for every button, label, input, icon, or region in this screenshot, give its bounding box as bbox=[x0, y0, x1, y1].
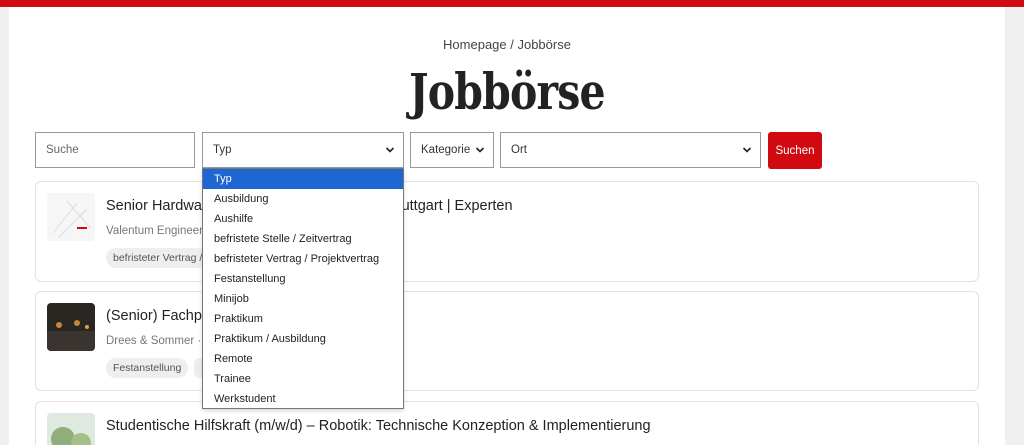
ort-select[interactable]: Ort bbox=[500, 132, 761, 168]
top-accent-bar bbox=[0, 0, 1024, 7]
dropdown-option[interactable]: Ausbildung bbox=[203, 189, 403, 209]
chevron-down-icon bbox=[385, 147, 395, 153]
dropdown-option[interactable]: Typ bbox=[203, 169, 403, 189]
job-card[interactable]: Studentische Hilfskraft (m/w/d) – Roboti… bbox=[35, 401, 979, 445]
dropdown-option[interactable]: Werkstudent bbox=[203, 389, 403, 409]
company-logo bbox=[47, 193, 95, 241]
dropdown-option[interactable]: Remote bbox=[203, 349, 403, 369]
chevron-down-icon bbox=[475, 147, 485, 153]
breadcrumb[interactable]: Homepage / Jobbörse bbox=[0, 37, 1014, 52]
dropdown-option[interactable]: Praktikum / Ausbildung bbox=[203, 329, 403, 349]
typ-dropdown-list: Typ Ausbildung Aushilfe befristete Stell… bbox=[202, 168, 404, 409]
job-meta: Valentum Engineeri bbox=[106, 225, 206, 237]
typ-select[interactable]: Typ bbox=[202, 132, 404, 168]
job-meta: Drees & Sommer · S bbox=[106, 335, 213, 347]
search-button[interactable]: Suchen bbox=[768, 132, 822, 169]
job-title[interactable]: Studentische Hilfskraft (m/w/d) – Roboti… bbox=[106, 418, 651, 434]
job-card[interactable]: (Senior) Fachpla Drees & Sommer · S Fest… bbox=[35, 291, 979, 391]
dropdown-option[interactable]: Aushilfe bbox=[203, 209, 403, 229]
typ-select-value: Typ bbox=[213, 144, 232, 156]
company-logo bbox=[47, 413, 95, 445]
ort-select-value: Ort bbox=[511, 144, 527, 156]
search-input[interactable]: Suche bbox=[35, 132, 195, 168]
dropdown-option[interactable]: Minijob bbox=[203, 289, 403, 309]
job-title[interactable]: (Senior) Fachpla bbox=[106, 308, 213, 324]
job-title[interactable]: Senior Hardware g | Stuttgart | Experten bbox=[106, 198, 513, 214]
job-tag: Festanstellung bbox=[106, 358, 189, 378]
kategorie-select-value: Kategorie bbox=[421, 144, 471, 156]
search-placeholder: Suche bbox=[46, 144, 79, 156]
kategorie-select[interactable]: Kategorie bbox=[410, 132, 494, 168]
dropdown-option[interactable]: befristeter Vertrag / Projektvertrag bbox=[203, 249, 403, 269]
dropdown-option[interactable]: befristete Stelle / Zeitvertrag bbox=[203, 229, 403, 249]
job-card[interactable]: Senior Hardware g | Stuttgart | Experten … bbox=[35, 181, 979, 282]
dropdown-option[interactable]: Festanstellung bbox=[203, 269, 403, 289]
company-logo bbox=[47, 303, 95, 351]
job-tag: befristeter Vertrag / bbox=[106, 248, 210, 268]
chevron-down-icon bbox=[742, 147, 752, 153]
dropdown-option[interactable]: Praktikum bbox=[203, 309, 403, 329]
page-title: Jobbörse bbox=[409, 62, 605, 121]
dropdown-option[interactable]: Trainee bbox=[203, 369, 403, 389]
